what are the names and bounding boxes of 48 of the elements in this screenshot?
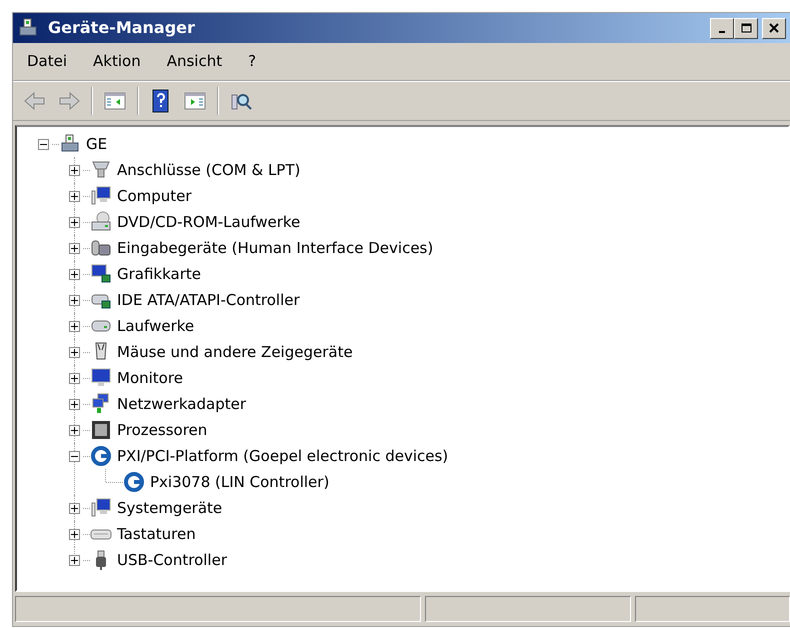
tree-item[interactable]: Monitore xyxy=(117,366,183,390)
maximize-icon xyxy=(740,22,752,34)
expand-box[interactable] xyxy=(69,164,80,176)
tree-item[interactable]: Eingabegeräte (Human Interface Devices) xyxy=(117,236,434,260)
expand-box[interactable] xyxy=(69,346,80,358)
monitor-icon xyxy=(90,367,112,389)
expand-box[interactable] xyxy=(69,294,80,306)
tree-item[interactable]: Tastaturen xyxy=(117,522,196,546)
tree-item[interactable]: GE xyxy=(86,132,108,156)
menu-item[interactable]: Aktion xyxy=(93,50,141,73)
tree-item[interactable]: Netzwerkadapter xyxy=(117,392,246,416)
tree-item[interactable]: Prozessoren xyxy=(117,418,208,442)
expand-box[interactable] xyxy=(69,372,80,384)
circle-logo-icon xyxy=(123,471,145,493)
tree-item[interactable]: Systemgeräte xyxy=(117,496,222,520)
expand-box[interactable] xyxy=(69,398,80,410)
tree-item[interactable]: Laufwerke xyxy=(117,314,194,338)
tree-item[interactable]: Mäuse und andere Zeigegeräte xyxy=(117,340,353,364)
maximize-button[interactable] xyxy=(734,18,758,38)
tree-item[interactable]: PXI/PCI-Platform (Goepel electronic devices) xyxy=(117,444,448,468)
expand-box[interactable] xyxy=(69,502,80,514)
expand-box[interactable] xyxy=(69,268,80,280)
tree-item[interactable]: DVD/CD-ROM-Laufwerke xyxy=(117,210,300,234)
collapse-box[interactable] xyxy=(38,138,49,150)
circle-logo-icon xyxy=(90,445,112,467)
menu-item[interactable]: Datei xyxy=(27,50,68,73)
expand-box[interactable] xyxy=(69,528,80,540)
tree-item[interactable]: Grafikkarte xyxy=(117,262,202,286)
chip-icon xyxy=(90,419,112,441)
tree-item[interactable]: USB-Controller xyxy=(117,548,227,572)
expand-box[interactable] xyxy=(69,216,80,228)
tree-item[interactable]: Anschlüsse (COM & LPT) xyxy=(117,158,300,182)
close-icon xyxy=(768,22,780,34)
minimize-icon xyxy=(719,31,725,33)
close-button[interactable] xyxy=(762,18,786,38)
tree-item[interactable]: Computer xyxy=(117,184,192,208)
expand-box[interactable] xyxy=(69,554,80,566)
expand-box[interactable] xyxy=(69,242,80,254)
minimize-button[interactable] xyxy=(710,18,734,38)
tree-item[interactable]: IDE ATA/ATAPI-Controller xyxy=(117,288,300,312)
expand-box[interactable] xyxy=(69,424,80,436)
window-title: Geräte-Manager xyxy=(48,17,196,39)
expand-box[interactable] xyxy=(69,190,80,202)
tree-item[interactable]: Pxi3078 (LIN Controller) xyxy=(150,470,330,494)
menu-item[interactable]: ? xyxy=(248,50,256,73)
menu-item[interactable]: Ansicht xyxy=(166,50,222,73)
collapse-box[interactable] xyxy=(69,450,80,462)
expand-box[interactable] xyxy=(69,320,80,332)
